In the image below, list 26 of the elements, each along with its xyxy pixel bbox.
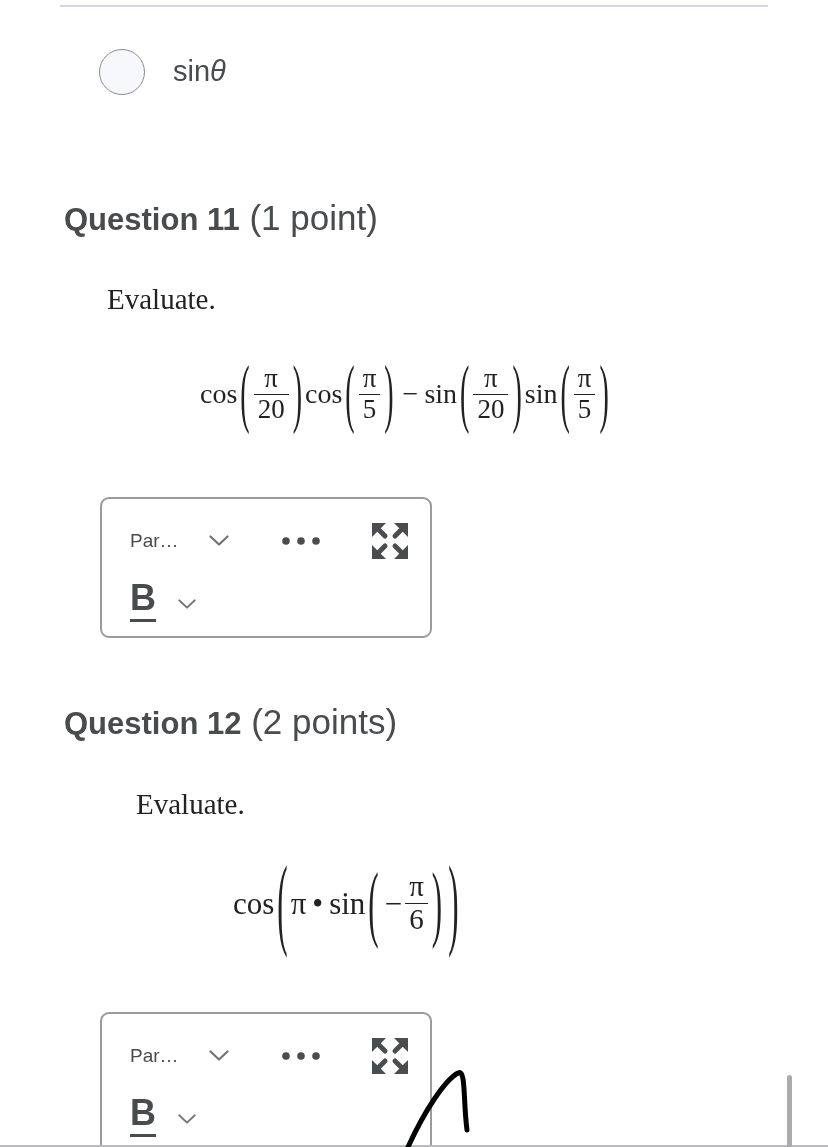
question-heading: Question 12 (2 points) — [64, 702, 398, 743]
fullscreen-button[interactable] — [371, 522, 408, 559]
answer-editor[interactable]: Par… B — [100, 497, 432, 638]
question-prompt: Evaluate. — [107, 282, 216, 316]
bold-button[interactable]: B — [130, 1095, 156, 1137]
text-style-menu-button[interactable] — [178, 599, 196, 609]
chevron-down-icon — [178, 599, 196, 609]
chevron-down-icon — [208, 535, 229, 546]
text-style-menu-button[interactable] — [178, 1114, 196, 1124]
more-button[interactable] — [281, 1051, 320, 1060]
fullscreen-button[interactable] — [371, 1037, 408, 1074]
expand-icon — [371, 1037, 408, 1074]
format-dropdown[interactable]: Par… — [130, 522, 229, 559]
option-label: sinθ — [173, 56, 226, 88]
expand-icon — [371, 522, 408, 559]
more-button[interactable] — [281, 536, 320, 545]
radio-button[interactable] — [99, 49, 145, 95]
format-dropdown[interactable]: Par… — [130, 1037, 229, 1074]
question-prompt: Evaluate. — [136, 787, 245, 821]
chevron-down-icon — [208, 1050, 229, 1061]
bold-button[interactable]: B — [130, 580, 156, 622]
chevron-down-icon — [178, 1114, 196, 1124]
question-heading: Question 11 (1 point) — [64, 198, 378, 239]
more-icon — [281, 1051, 320, 1060]
scrollbar-thumb[interactable] — [787, 1075, 792, 1147]
more-icon — [281, 536, 320, 545]
